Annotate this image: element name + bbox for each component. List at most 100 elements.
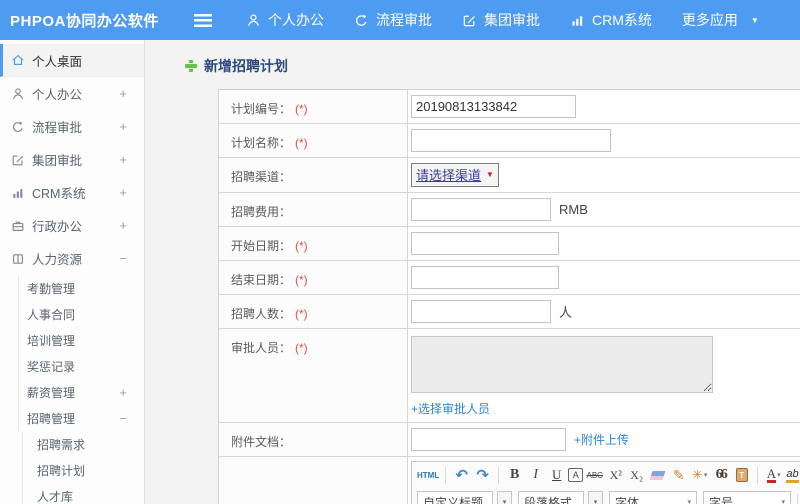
attachment-upload-link[interactable]: +附件上传 [574, 431, 629, 448]
form-row: 计划名称： (*) [219, 124, 800, 158]
font-color-button[interactable]: A ▾ [764, 465, 783, 485]
chevron-down-icon: ▾ [687, 499, 691, 504]
sidebar-item-recruitment[interactable]: 招聘管理 − [0, 405, 144, 431]
chevron-down-icon[interactable]: ▾ [497, 491, 512, 504]
superscript-button[interactable]: X² [606, 465, 625, 485]
sidebar-item-crm[interactable]: CRM系统 + [0, 176, 144, 209]
autotypeset-button[interactable]: A [568, 468, 584, 482]
strikethrough-button[interactable]: ABC [585, 465, 604, 485]
bar-chart-icon [570, 13, 585, 28]
required-mark: (*) [295, 136, 308, 150]
required-mark: (*) [295, 307, 308, 321]
paste-button[interactable]: T [732, 465, 751, 485]
start-date-field[interactable] [411, 232, 559, 255]
underline-button[interactable]: U [547, 465, 566, 485]
clipboard-icon: T [735, 468, 748, 482]
format-painter-button[interactable]: ✳ ▾ [690, 465, 709, 485]
font-size-select[interactable]: 字号 ▾ [703, 491, 791, 504]
home-icon [11, 53, 25, 67]
format-brush-button[interactable]: ✎ [669, 465, 688, 485]
editor-toolbar-row1: HTML ↶ ↷ B I U A ABC X² X₂ ✎ ✳ ▾ 66 T A … [412, 462, 800, 488]
field-label: 审批人员： [231, 341, 292, 355]
sidebar-item-admin-office[interactable]: 行政办公 + [0, 209, 144, 242]
form-row: 招聘渠道： 请选择渠道 ▼ [219, 158, 800, 193]
required-mark: (*) [295, 239, 308, 253]
channel-select[interactable]: 请选择渠道 ▼ [411, 163, 499, 187]
sidebar-item-talent-pool[interactable]: 人才库 [0, 483, 144, 504]
top-navbar: PHPOA协同办公软件 个人办公 流程审批 集团审批 CRM系统 更多应用 ▼ [0, 0, 800, 40]
chevron-down-icon: ▼ [750, 15, 759, 25]
briefcase-icon [11, 219, 25, 233]
expand-toggle[interactable]: + [119, 86, 144, 101]
bold-button[interactable]: B [505, 465, 524, 485]
form-row: 附件文档： +附件上传 [219, 423, 800, 457]
select-caret-icon: ▼ [486, 170, 494, 179]
sidebar-item-hr-contract[interactable]: 人事合同 [0, 301, 144, 327]
sidebar-item-group-approval[interactable]: 集团审批 + [0, 143, 144, 176]
nav-crm[interactable]: CRM系统 [570, 10, 652, 30]
undo-button[interactable]: ↶ [452, 465, 471, 485]
bar-chart-icon [11, 186, 25, 200]
user-icon [246, 13, 261, 28]
end-date-field[interactable] [411, 266, 559, 289]
fee-field[interactable] [411, 198, 551, 221]
sidebar-item-personal-desktop[interactable]: 个人桌面 [0, 44, 144, 77]
field-label: 招聘人数： [231, 307, 292, 321]
sidebar-item-workflow-approval[interactable]: 流程审批 + [0, 110, 144, 143]
font-family-select[interactable]: 字体 ▾ [609, 491, 697, 504]
collapse-toggle[interactable]: − [119, 251, 144, 266]
nav-workflow-approval[interactable]: 流程审批 [354, 10, 432, 30]
main-content: 新增招聘计划 计划编号：(*) 计划名称：(*) 招聘渠道： 请选择渠道 ▼ [145, 40, 800, 504]
expand-toggle[interactable]: + [119, 152, 144, 167]
sidebar-item-recruit-plan[interactable]: 招聘计划 [0, 457, 144, 483]
sidebar-item-hr[interactable]: 人力资源 − [0, 242, 144, 275]
paragraph-select[interactable]: 段落格式 [518, 491, 584, 504]
expand-toggle[interactable]: + [119, 218, 144, 233]
heading-select[interactable]: 自定义标题 [417, 491, 493, 504]
sidebar-item-salary[interactable]: 薪资管理 + [0, 379, 144, 405]
form-row-editor: HTML ↶ ↷ B I U A ABC X² X₂ ✎ ✳ ▾ 66 T A … [219, 457, 800, 504]
form-row: 开始日期： (*) [219, 227, 800, 261]
highlight-color-button[interactable]: ab▾ [785, 465, 800, 485]
book-icon [11, 252, 25, 266]
approvers-textarea[interactable] [411, 336, 713, 393]
workflow-icon [11, 120, 25, 134]
plan-name-field[interactable] [411, 129, 611, 152]
subscript-button[interactable]: X₂ [627, 465, 646, 485]
attachment-field[interactable] [411, 428, 566, 451]
expand-toggle[interactable]: + [119, 185, 144, 200]
editor-toolbar-row2: 自定义标题 ▾ 段落格式 ▾ 字体▾ 字号▾ ∞ ∞ [412, 488, 800, 504]
expand-toggle[interactable]: + [119, 385, 144, 400]
italic-button[interactable]: I [526, 465, 545, 485]
add-icon [185, 60, 197, 72]
form-row: 招聘费用： RMB [219, 193, 800, 227]
hamburger-menu-icon[interactable] [194, 13, 212, 27]
app-logo: PHPOA协同办公软件 [10, 12, 159, 30]
sidebar-item-attendance[interactable]: 考勤管理 [0, 275, 144, 301]
expand-toggle[interactable]: + [119, 119, 144, 134]
field-label: 结束日期： [231, 273, 292, 287]
sidebar-item-reward-punishment[interactable]: 奖惩记录 [0, 353, 144, 379]
nav-more-apps[interactable]: 更多应用 ▼ [682, 10, 759, 30]
headcount-field[interactable] [411, 300, 551, 323]
nav-group-approval[interactable]: 集团审批 [462, 10, 540, 30]
field-label: 附件文档： [231, 435, 292, 449]
blockquote-button[interactable]: 66 [711, 465, 730, 485]
redo-button[interactable]: ↷ [473, 465, 492, 485]
nav-personal-office[interactable]: 个人办公 [246, 10, 324, 30]
select-approvers-link[interactable]: +选择审批人员 [411, 400, 490, 417]
user-icon [11, 87, 25, 101]
eraser-button[interactable] [648, 465, 667, 485]
sidebar-item-training[interactable]: 培训管理 [0, 327, 144, 353]
required-mark: (*) [295, 341, 308, 355]
edit-icon [11, 153, 25, 167]
eraser-icon [649, 470, 666, 480]
form-row: 结束日期： (*) [219, 261, 800, 295]
chevron-down-icon[interactable]: ▾ [588, 491, 603, 504]
sidebar-item-personal-office[interactable]: 个人办公 + [0, 77, 144, 110]
html-source-button[interactable]: HTML [417, 465, 439, 485]
sidebar-item-recruit-demand[interactable]: 招聘需求 [0, 431, 144, 457]
field-label: 招聘费用： [231, 205, 292, 219]
plan-number-field[interactable] [411, 95, 576, 118]
collapse-toggle[interactable]: − [119, 411, 144, 426]
